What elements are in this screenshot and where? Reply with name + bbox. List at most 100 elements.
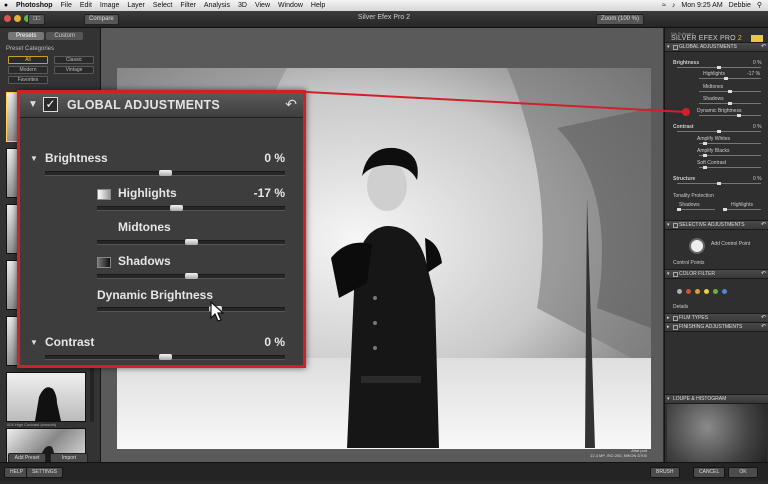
shadows-slider[interactable] bbox=[97, 273, 285, 279]
category-all[interactable]: All bbox=[8, 56, 48, 64]
slider-knob[interactable] bbox=[717, 182, 721, 185]
menu-user[interactable]: Debbie bbox=[729, 0, 751, 11]
spotlight-icon[interactable]: ⚲ bbox=[757, 0, 762, 11]
slider-knob[interactable] bbox=[703, 142, 707, 145]
rp-shadows-slider[interactable] bbox=[699, 102, 761, 105]
rp-contrast-slider[interactable] bbox=[677, 130, 761, 133]
menu-file[interactable]: File bbox=[57, 0, 76, 11]
section-finishing-adjustments[interactable]: ▸ FINISHING ADJUSTMENTS ↶ bbox=[665, 322, 768, 332]
slider-knob[interactable] bbox=[737, 114, 741, 117]
menu-clock[interactable]: Mon 9:25 AM bbox=[681, 0, 722, 11]
add-control-point-label[interactable]: Add Control Point bbox=[711, 241, 750, 247]
contrast-slider[interactable] bbox=[45, 354, 285, 360]
section-checkbox[interactable] bbox=[673, 316, 678, 321]
menu-image[interactable]: Image bbox=[96, 0, 123, 11]
ok-button[interactable]: OK bbox=[728, 467, 758, 478]
menu-3d[interactable]: 3D bbox=[234, 0, 251, 11]
category-modern[interactable]: Modern bbox=[8, 66, 48, 74]
rp-brightness-slider[interactable] bbox=[677, 66, 761, 69]
section-checkbox[interactable] bbox=[673, 223, 678, 228]
midtones-slider[interactable] bbox=[97, 239, 285, 245]
menu-filter[interactable]: Filter bbox=[176, 0, 200, 11]
undo-icon[interactable]: ↶ bbox=[285, 96, 297, 113]
slider-knob[interactable] bbox=[703, 154, 707, 157]
section-checkbox[interactable] bbox=[673, 45, 678, 50]
filter-orange-icon[interactable] bbox=[695, 289, 700, 294]
rp-dynamic-brightness-slider[interactable] bbox=[699, 114, 761, 117]
wifi-icon[interactable]: ≈ bbox=[662, 0, 666, 11]
undo-icon[interactable]: ↶ bbox=[761, 43, 766, 51]
highlights-slider[interactable] bbox=[97, 205, 285, 211]
filter-yellow-icon[interactable] bbox=[704, 289, 709, 294]
filter-red-icon[interactable] bbox=[686, 289, 691, 294]
section-color-filter[interactable]: ▾ COLOR FILTER ↶ bbox=[665, 269, 768, 279]
category-favorites[interactable]: Favorites bbox=[8, 76, 48, 84]
menu-edit[interactable]: Edit bbox=[76, 0, 96, 11]
slider-knob[interactable] bbox=[703, 166, 707, 169]
slider-knob[interactable] bbox=[169, 205, 183, 211]
menu-select[interactable]: Select bbox=[149, 0, 176, 11]
details-label[interactable]: Details bbox=[673, 304, 688, 310]
brush-button[interactable]: BRUSH bbox=[650, 467, 680, 478]
loupe-preview[interactable] bbox=[667, 404, 767, 462]
tab-custom[interactable]: Custom bbox=[46, 32, 84, 40]
undo-icon[interactable]: ↶ bbox=[761, 221, 766, 229]
tp-shadows-slider[interactable] bbox=[677, 208, 715, 211]
undo-icon[interactable]: ↶ bbox=[761, 270, 766, 278]
slider-knob[interactable] bbox=[159, 170, 172, 176]
control-points-label[interactable]: Control Points bbox=[673, 260, 704, 266]
section-checkbox[interactable] bbox=[673, 325, 678, 330]
rp-midtones-slider[interactable] bbox=[699, 90, 761, 93]
category-classic[interactable]: Classic bbox=[54, 56, 94, 64]
brightness-collapse-icon[interactable]: ▼ bbox=[30, 154, 38, 163]
section-loupe-histogram[interactable]: ▾ LOUPE & HISTOGRAM bbox=[665, 394, 768, 404]
collapse-arrow-icon[interactable]: ▼ bbox=[28, 99, 38, 110]
slider-knob[interactable] bbox=[717, 130, 721, 133]
preset-thumbnail[interactable]: 004 High Contrast (smooth) bbox=[6, 372, 86, 427]
cancel-button[interactable]: CANCEL bbox=[693, 467, 726, 478]
undo-icon[interactable]: ↶ bbox=[761, 314, 766, 322]
filter-neutral-icon[interactable] bbox=[677, 289, 682, 294]
menu-analysis[interactable]: Analysis bbox=[200, 0, 234, 11]
enable-checkbox[interactable]: ✓ bbox=[43, 97, 58, 112]
filter-blue-icon[interactable] bbox=[722, 289, 727, 294]
zoom-dropdown[interactable]: Zoom (100 %) bbox=[596, 14, 645, 25]
callout-header[interactable]: ▼ ✓ GLOBAL ADJUSTMENTS ↶ bbox=[20, 93, 303, 118]
slider-knob[interactable] bbox=[724, 77, 728, 80]
slider-knob[interactable] bbox=[185, 239, 198, 245]
volume-icon[interactable]: ♪ bbox=[672, 0, 676, 11]
section-selective-adjustments[interactable]: ▾ SELECTIVE ADJUSTMENTS ↶ bbox=[665, 220, 768, 230]
brightness-slider[interactable] bbox=[45, 170, 285, 176]
slider-knob[interactable] bbox=[677, 208, 681, 211]
slider-knob[interactable] bbox=[728, 90, 732, 93]
menu-help[interactable]: Help bbox=[307, 0, 329, 11]
section-global-adjustments[interactable]: ▾ GLOBAL ADJUSTMENTS ↶ bbox=[665, 42, 768, 52]
contrast-collapse-icon[interactable]: ▼ bbox=[30, 338, 38, 347]
apple-menu-icon[interactable]: ● bbox=[0, 0, 12, 11]
slider-knob[interactable] bbox=[723, 208, 727, 211]
rp-highlights-slider[interactable] bbox=[699, 77, 761, 80]
slider-knob[interactable] bbox=[728, 102, 732, 105]
dynamic-brightness-slider[interactable] bbox=[97, 306, 285, 312]
tab-presets[interactable]: Presets bbox=[8, 32, 45, 40]
add-control-point-icon[interactable] bbox=[689, 238, 705, 254]
category-vintage[interactable]: Vintage bbox=[54, 66, 94, 74]
soft-contrast-slider[interactable] bbox=[699, 166, 761, 169]
slider-knob[interactable] bbox=[717, 66, 721, 69]
menu-photoshop[interactable]: Photoshop bbox=[12, 0, 57, 11]
menu-view[interactable]: View bbox=[251, 0, 274, 11]
expand-arrow-icon: ▸ bbox=[667, 315, 670, 321]
amplify-whites-slider[interactable] bbox=[699, 142, 761, 145]
menu-window[interactable]: Window bbox=[274, 0, 307, 11]
menu-layer[interactable]: Layer bbox=[123, 0, 149, 11]
flag-icon[interactable] bbox=[751, 35, 763, 42]
amplify-blacks-slider[interactable] bbox=[699, 154, 761, 157]
tp-highlights-slider[interactable] bbox=[723, 208, 761, 211]
settings-button[interactable]: SETTINGS bbox=[26, 467, 64, 478]
section-checkbox[interactable] bbox=[673, 272, 678, 277]
undo-icon[interactable]: ↶ bbox=[761, 323, 766, 331]
rp-structure-slider[interactable] bbox=[677, 182, 761, 185]
filter-green-icon[interactable] bbox=[713, 289, 718, 294]
slider-knob[interactable] bbox=[185, 273, 198, 279]
slider-knob[interactable] bbox=[159, 354, 172, 360]
